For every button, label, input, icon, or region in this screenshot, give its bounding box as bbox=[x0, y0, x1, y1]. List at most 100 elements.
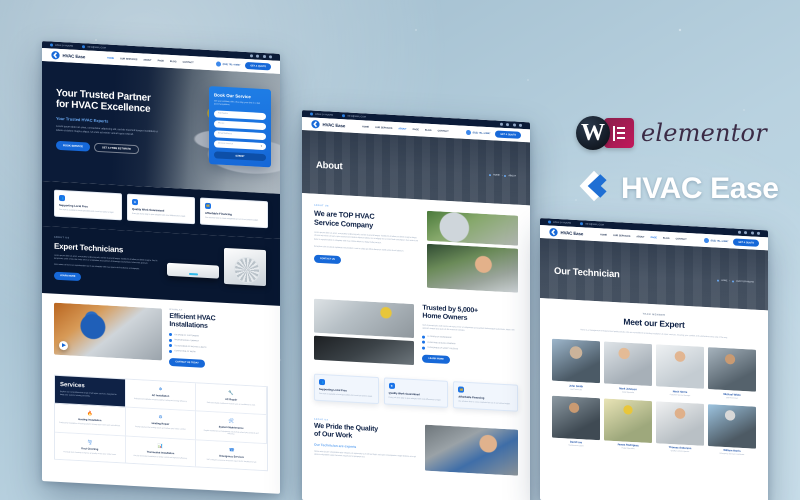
brand-logo[interactable]: HVAC Ease bbox=[51, 50, 85, 61]
social-links[interactable] bbox=[737, 230, 760, 235]
nav-phone[interactable]: (812) 751-4-0867 bbox=[465, 129, 490, 136]
team-member-card[interactable]: William Harris Emergency Services Coordi… bbox=[708, 403, 756, 457]
service-card-thermostat-installation[interactable]: 📊 Thermostat Installation Precise thermo… bbox=[125, 436, 197, 467]
expert-learn-more-button[interactable]: LEARN MORE bbox=[54, 271, 82, 282]
booking-service-select[interactable]: Choose service ▾ bbox=[214, 139, 266, 150]
linkedin-icon[interactable] bbox=[757, 231, 760, 235]
booking-fullname-input[interactable]: Full Name bbox=[214, 109, 266, 120]
instagram-icon[interactable] bbox=[512, 123, 516, 127]
service-card-heating-repair[interactable]: ⚙ Heating Repair Prompt solutions for he… bbox=[125, 407, 197, 441]
team-member-card[interactable]: James Rodriguez Repair Specialist bbox=[604, 397, 652, 451]
instagram-icon[interactable] bbox=[262, 54, 266, 59]
breadcrumb-home[interactable]: HOME bbox=[721, 280, 727, 282]
twitter-icon[interactable] bbox=[506, 123, 509, 127]
nav-item-about[interactable]: ABOUT bbox=[398, 128, 406, 130]
feature-card-affordable-financing[interactable]: 💳 Affordable Financing Our advance time … bbox=[453, 381, 519, 412]
nav-phone[interactable]: (812) 751-4-0867 bbox=[703, 237, 728, 244]
installation-video-thumbnail[interactable] bbox=[54, 302, 163, 361]
service-card-system-maintenance[interactable]: 🛠 System Maintenance Regular maintenance… bbox=[196, 410, 267, 445]
team-member-card[interactable]: John Smith Lead Technician bbox=[552, 338, 600, 392]
get-a-quote-button[interactable]: GET A QUOTE bbox=[245, 62, 271, 71]
breadcrumb[interactable]: HOME › ABOUT bbox=[489, 174, 516, 178]
breadcrumb[interactable]: HOME › OUR TECHNICIAN bbox=[717, 279, 754, 284]
social-links[interactable] bbox=[249, 54, 272, 59]
nav-item-blog[interactable]: BLOG bbox=[663, 237, 670, 239]
service-card-heating-installation[interactable]: 🔥 Heating Installation Professional inst… bbox=[55, 403, 126, 437]
linkedin-icon[interactable] bbox=[269, 55, 272, 59]
feature-card-affordable-financing[interactable]: 💳 Affordable Financing Our advance time … bbox=[200, 197, 268, 229]
hero-book-service-button[interactable]: BOOK SERVICE bbox=[56, 140, 90, 152]
nav-item-page[interactable]: PAGE bbox=[413, 128, 419, 130]
topbar-hours: OPEN 24 HOURS bbox=[310, 112, 333, 116]
topbar-email[interactable]: INFO@MAIL.COM bbox=[342, 114, 366, 118]
booking-submit-button[interactable]: SUBMIT bbox=[214, 150, 266, 162]
nav-item-page[interactable]: PAGE bbox=[651, 236, 657, 238]
install-contact-button[interactable]: CONTACT US TODAY bbox=[169, 357, 205, 368]
mockup-about-page[interactable]: OPEN 24 HOURS INFO@MAIL.COM HVAC Ease HO… bbox=[302, 110, 530, 500]
booking-form-card[interactable]: Book Our Service Get your estimate with … bbox=[209, 86, 271, 168]
nav-item-page[interactable]: PAGE bbox=[158, 60, 164, 62]
nav-menu[interactable]: HOME OUR SERVICES ABOUT PAGE BLOG CONTAC… bbox=[362, 126, 448, 133]
nav-menu[interactable]: HOME OUR SERVICES ABOUT PAGE BLOG CONTAC… bbox=[107, 57, 193, 64]
facebook-icon[interactable] bbox=[499, 122, 503, 126]
team-member-card[interactable]: David Lee Maintenance Expert bbox=[552, 395, 600, 448]
brand-logo[interactable]: HVAC Ease bbox=[549, 227, 583, 238]
team-member-card[interactable]: Michael White Staff Technician bbox=[708, 347, 756, 400]
feature-card-supporting-local-pros[interactable]: 👥 Supporting Local Pros Our work is avai… bbox=[54, 189, 122, 221]
nav-item-contact[interactable]: CONTACT bbox=[438, 130, 449, 133]
topbar-email[interactable]: INFO@MAIL.COM bbox=[580, 222, 604, 226]
about-body-1: Lorem ipsum dolor sit amet, consectetur … bbox=[314, 231, 419, 244]
nav-item-blog[interactable]: BLOG bbox=[170, 60, 177, 62]
nav-item-about[interactable]: ABOUT bbox=[143, 59, 151, 61]
feature-card-quality-work-guaranteed[interactable]: ★ Quality Work Guaranteed Every job done… bbox=[383, 377, 449, 408]
get-a-quote-button[interactable]: GET A QUOTE bbox=[495, 130, 521, 139]
nav-item-home[interactable]: HOME bbox=[107, 57, 114, 59]
nav-item-about[interactable]: ABOUT bbox=[636, 236, 644, 238]
feature-card-supporting-local-pros[interactable]: 👥 Supporting Local Pros Our work is avai… bbox=[314, 373, 379, 404]
twitter-icon[interactable] bbox=[256, 54, 259, 58]
nav-phone[interactable]: (812) 751-4-0867 bbox=[215, 61, 240, 67]
instagram-icon[interactable] bbox=[750, 231, 754, 235]
linkedin-icon[interactable] bbox=[519, 123, 522, 127]
trusted-photo-top bbox=[314, 298, 415, 339]
product-lockup: HVAC Ease bbox=[576, 168, 779, 209]
service-card-ac-repair[interactable]: 🔧 AC Repair Swift and reliable solutions… bbox=[196, 382, 267, 415]
services-panel-text: Explore our comprehensive range of all r… bbox=[60, 390, 117, 398]
team-member-photo bbox=[552, 338, 600, 384]
service-card-duct-cleaning[interactable]: 🌪 Duct Cleaning Thorough duct cleaning t… bbox=[55, 432, 126, 463]
mockup-home-page[interactable]: OPEN 24 HOURS INFO@MAIL.COM HVAC Ease HO… bbox=[42, 41, 280, 494]
team-member-card[interactable]: Mark Johnson Install Specialist bbox=[604, 341, 652, 394]
booking-phone-input[interactable]: Phone bbox=[214, 119, 266, 130]
twitter-icon[interactable] bbox=[744, 231, 747, 235]
trusted-learn-more-button[interactable]: LEARN MORE bbox=[422, 354, 450, 364]
service-card-ac-installation[interactable]: ❄ AC Installation Professional installat… bbox=[125, 379, 197, 411]
social-links[interactable] bbox=[499, 122, 522, 127]
topbar-email[interactable]: INFO@MAIL.COM bbox=[82, 45, 106, 49]
nav-item-home[interactable]: HOME bbox=[362, 126, 369, 128]
feature-text: Our advance time to come completed set o… bbox=[458, 400, 511, 406]
page-icon bbox=[504, 175, 507, 178]
nav-item-contact[interactable]: CONTACT bbox=[183, 61, 194, 64]
nav-item-our-services[interactable]: OUR SERVICES bbox=[613, 234, 630, 237]
expert-technicians-section: ABOUT US Expert Technicians Lorem ipsum … bbox=[42, 225, 280, 306]
nav-item-blog[interactable]: BLOG bbox=[425, 129, 432, 131]
trusted-image-stack bbox=[314, 298, 415, 366]
feature-card-quality-work-guaranteed[interactable]: ★ Quality Work Guaranteed Every job done… bbox=[127, 193, 195, 225]
breadcrumb-home[interactable]: HOME bbox=[493, 175, 500, 177]
team-member-card[interactable]: Nock Harris Customer Service Manager bbox=[656, 344, 704, 397]
team-member-card[interactable]: Thomas Anderson Quality Control Inspecto… bbox=[656, 400, 704, 454]
service-card-emergency-services[interactable]: ☎ Emergency Services 24/7 emergency serv… bbox=[196, 440, 267, 470]
brand-logo[interactable]: HVAC Ease bbox=[311, 119, 345, 130]
nav-item-home[interactable]: HOME bbox=[600, 234, 607, 236]
play-icon[interactable] bbox=[59, 340, 68, 351]
nav-item-our-services[interactable]: OUR SERVICES bbox=[120, 58, 137, 61]
nav-item-our-services[interactable]: OUR SERVICES bbox=[375, 126, 392, 129]
nav-item-contact[interactable]: CONTACT bbox=[676, 238, 687, 241]
facebook-icon[interactable] bbox=[249, 54, 253, 58]
mockup-technician-page[interactable]: OPEN 24 HOURS INFO@MAIL.COM HVAC Ease HO… bbox=[540, 218, 768, 500]
facebook-icon[interactable] bbox=[737, 230, 741, 234]
nav-menu[interactable]: HOME OUR SERVICES ABOUT PAGE BLOG CONTAC… bbox=[600, 234, 686, 241]
get-a-quote-button[interactable]: GET A QUOTE bbox=[733, 238, 759, 247]
about-contact-button[interactable]: CONTACT US bbox=[314, 254, 341, 265]
booking-email-input[interactable]: Email Address bbox=[214, 129, 266, 140]
